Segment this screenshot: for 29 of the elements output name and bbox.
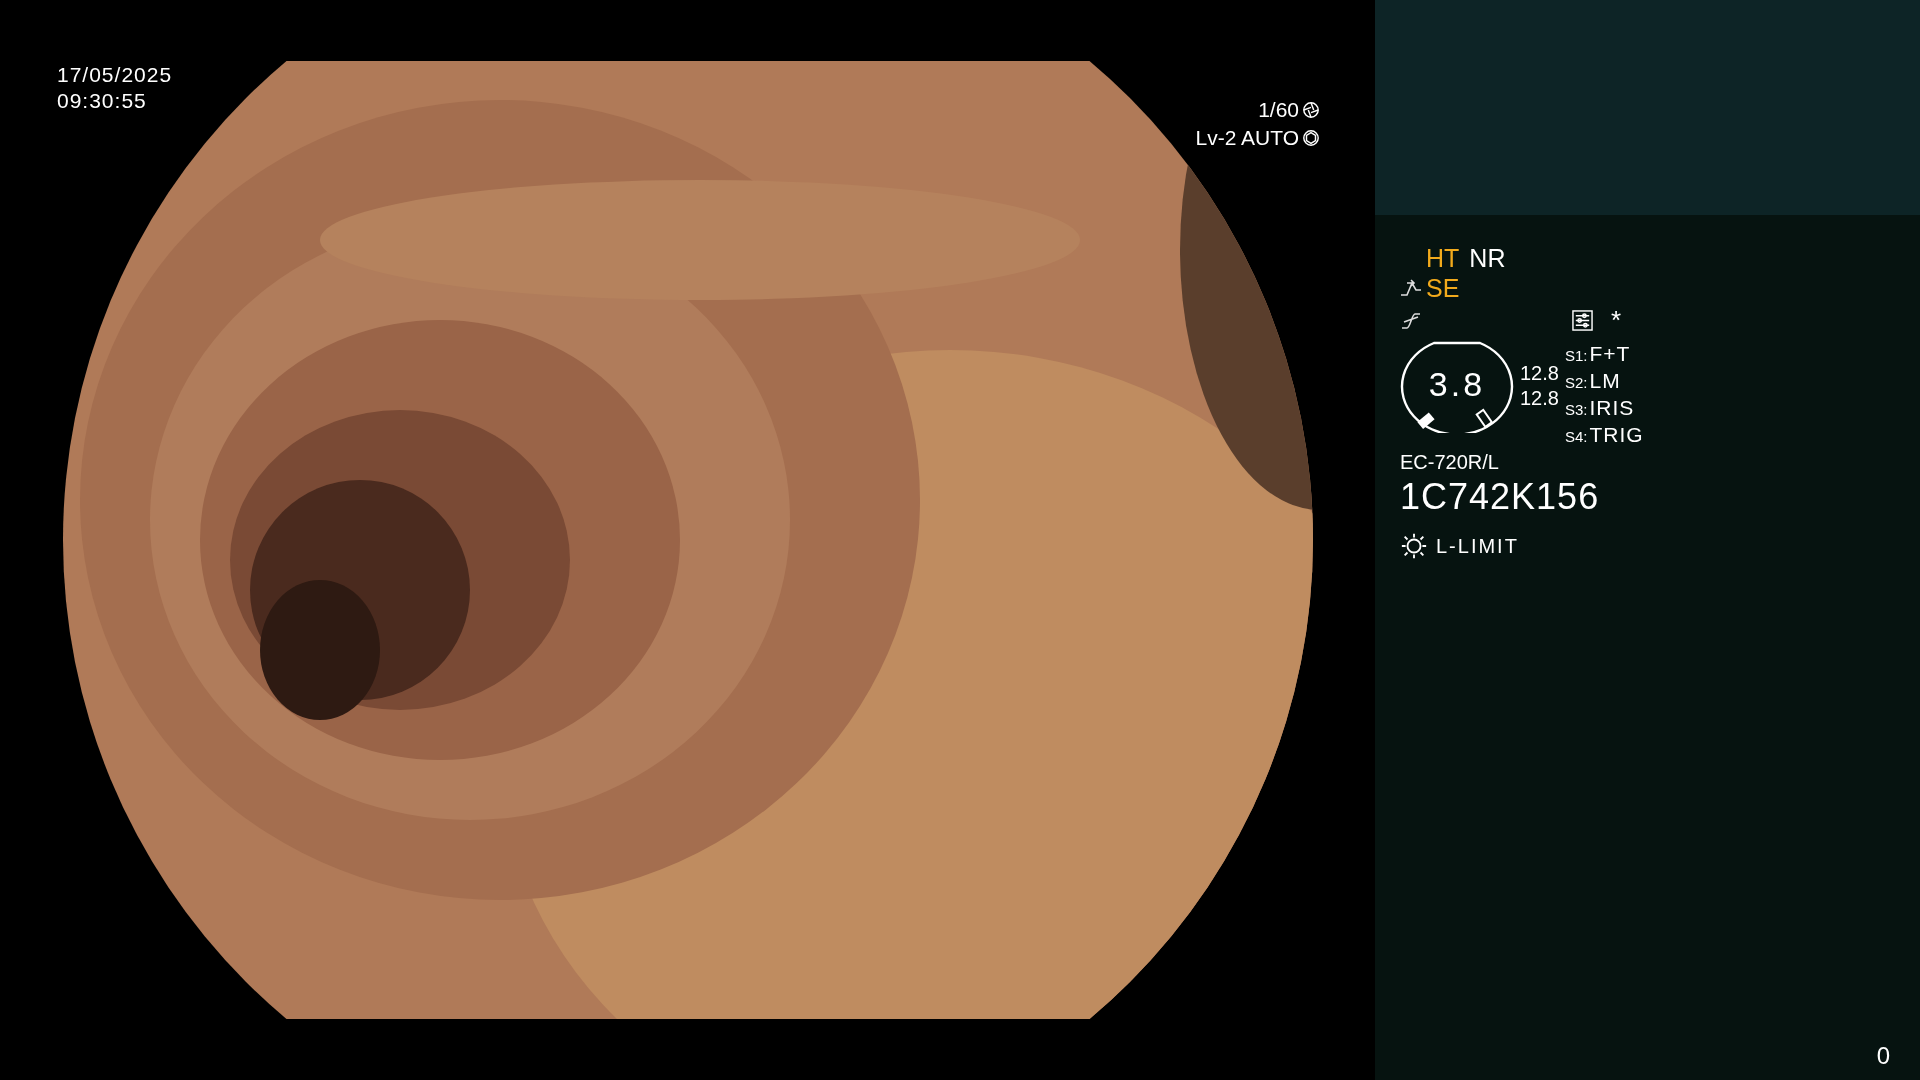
sliders-icon <box>1572 309 1593 331</box>
switch-function: LM <box>1589 368 1621 393</box>
gauge-value: 3.8 <box>1428 364 1486 404</box>
mode-tag: NR <box>1469 243 1506 273</box>
reading-text: 12.8 <box>1520 361 1559 386</box>
switch-key: S4: <box>1564 424 1588 449</box>
reading-text: 12.8 <box>1520 386 1559 411</box>
switch-key: S1: <box>1564 343 1588 368</box>
lamp-icon <box>1400 532 1428 560</box>
switch-key: S2: <box>1564 370 1588 395</box>
mode-tag: SE <box>1426 273 1460 303</box>
asterisk-mark: * <box>1611 307 1622 333</box>
exposure-mode-text: Lv-2 AUTO <box>1195 126 1299 150</box>
switch-function: TRIG <box>1589 422 1644 447</box>
switch-key: S3: <box>1564 397 1588 422</box>
scope-model-text: EC-720R/L <box>1400 451 1499 474</box>
switch-function: IRIS <box>1589 395 1635 420</box>
light-limit-text: L-LIMIT <box>1436 534 1519 558</box>
mode-tag: HT <box>1426 243 1460 273</box>
slash-curve-icon <box>1400 311 1422 329</box>
switch-function: F+T <box>1589 341 1631 366</box>
iris-icon <box>1302 129 1320 147</box>
date-text: 17/05/2025 <box>57 62 173 88</box>
curve-icon <box>1400 279 1422 297</box>
shutter-icon <box>1302 101 1320 119</box>
serial-number-text: 1C742K156 <box>1400 476 1600 518</box>
shutter-speed-text: 1/60 <box>1258 98 1299 122</box>
counter-text: 0 <box>1876 1042 1890 1070</box>
time-text: 09:30:55 <box>57 88 148 114</box>
